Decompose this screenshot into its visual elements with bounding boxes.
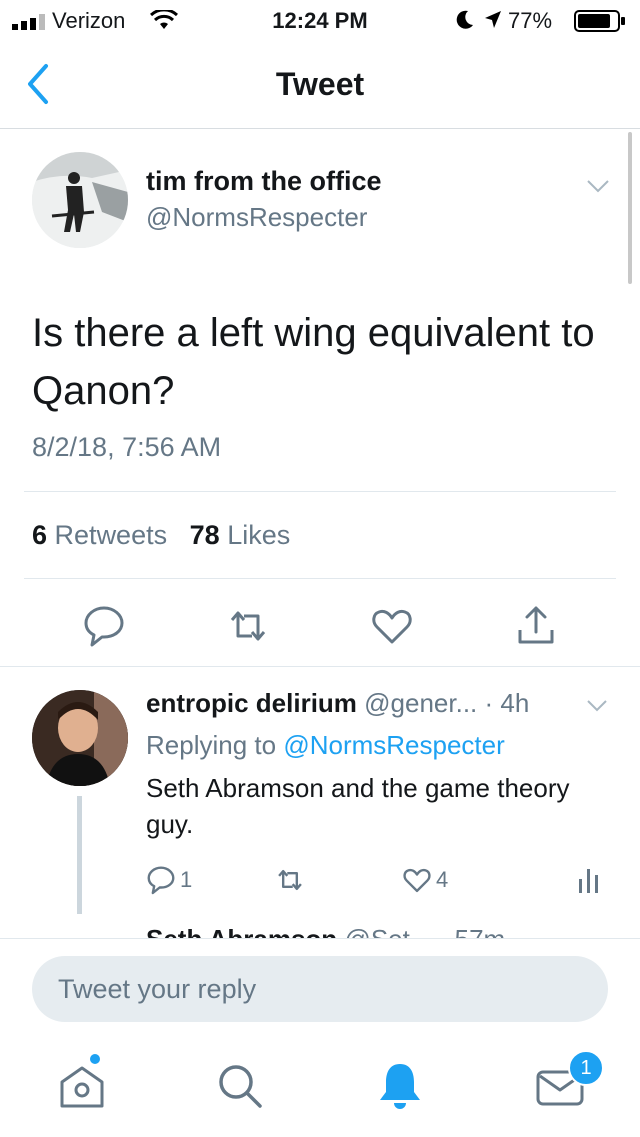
- messages-badge: 1: [568, 1050, 604, 1086]
- reply-composer[interactable]: Tweet your reply: [32, 956, 608, 1022]
- author-handle[interactable]: @NormsRespecter: [146, 202, 367, 233]
- nav-bar: Tweet: [0, 40, 640, 129]
- home-notification-dot: [90, 1054, 100, 1064]
- home-icon[interactable]: [56, 1060, 108, 1112]
- like-count: 4: [436, 867, 449, 892]
- moon-icon: [456, 10, 473, 29]
- retweet-icon: [278, 869, 302, 891]
- replying-to-link[interactable]: @NormsRespecter: [283, 730, 504, 760]
- retweets-label[interactable]: Retweets: [55, 520, 168, 550]
- avatar-image: [32, 690, 128, 786]
- retweets-count[interactable]: 6: [32, 520, 47, 550]
- likes-count[interactable]: 78: [190, 520, 220, 550]
- replying-to: Replying to @NormsRespecter: [146, 730, 505, 761]
- tweet-text: Is there a left wing equivalent to Qanon…: [32, 311, 595, 413]
- analytics-icon: [579, 869, 598, 893]
- reply-placeholder: Tweet your reply: [58, 974, 257, 1004]
- reply-avatar[interactable]: [32, 690, 128, 786]
- reply-text: Seth Abramson and the game theory guy.: [146, 773, 570, 839]
- reply-retweet-action[interactable]: [274, 864, 310, 896]
- battery-icon: [574, 10, 625, 32]
- reply-icon[interactable]: [82, 604, 126, 648]
- divider: [24, 491, 616, 492]
- location-arrow-icon: [485, 11, 501, 28]
- page-title: Tweet: [275, 66, 365, 102]
- divider: [0, 666, 640, 667]
- author-avatar[interactable]: [32, 152, 128, 248]
- notifications-bell-icon[interactable]: [374, 1060, 426, 1112]
- reply-header: entropic delirium @gener... · 4h: [146, 688, 529, 719]
- heart-icon: [403, 868, 431, 893]
- replying-prefix: Replying to: [146, 730, 277, 760]
- reply-like-action[interactable]: 4: [402, 864, 448, 896]
- tweet-timestamp: 8/2/18, 7:56 AM: [32, 432, 222, 462]
- reply-reply-action[interactable]: 1: [146, 864, 192, 896]
- reply-count: 1: [180, 867, 193, 892]
- reply-analytics-action[interactable]: [578, 864, 604, 896]
- divider: [24, 578, 616, 579]
- avatar-image: [32, 152, 128, 248]
- search-icon[interactable]: [214, 1060, 266, 1112]
- scrollbar[interactable]: [628, 132, 632, 284]
- likes-label[interactable]: Likes: [227, 520, 290, 550]
- reply-time: · 4h: [484, 688, 530, 718]
- reply-icon: [147, 866, 175, 895]
- thread-line: [77, 796, 82, 914]
- engagement-counts: 6 Retweets 78 Likes: [32, 520, 290, 551]
- reply-author-name[interactable]: entropic delirium: [146, 688, 357, 718]
- retweet-icon[interactable]: [226, 604, 270, 648]
- chevron-down-icon[interactable]: [586, 694, 608, 716]
- author-name[interactable]: tim from the office: [146, 166, 382, 197]
- share-icon[interactable]: [514, 604, 558, 648]
- status-bar: Verizon 12:24 PM 77%: [0, 0, 640, 40]
- battery-percent: 77%: [508, 8, 553, 33]
- heart-icon[interactable]: [370, 604, 414, 648]
- reply-author-handle[interactable]: @gener...: [364, 688, 477, 718]
- chevron-down-icon[interactable]: [586, 174, 610, 198]
